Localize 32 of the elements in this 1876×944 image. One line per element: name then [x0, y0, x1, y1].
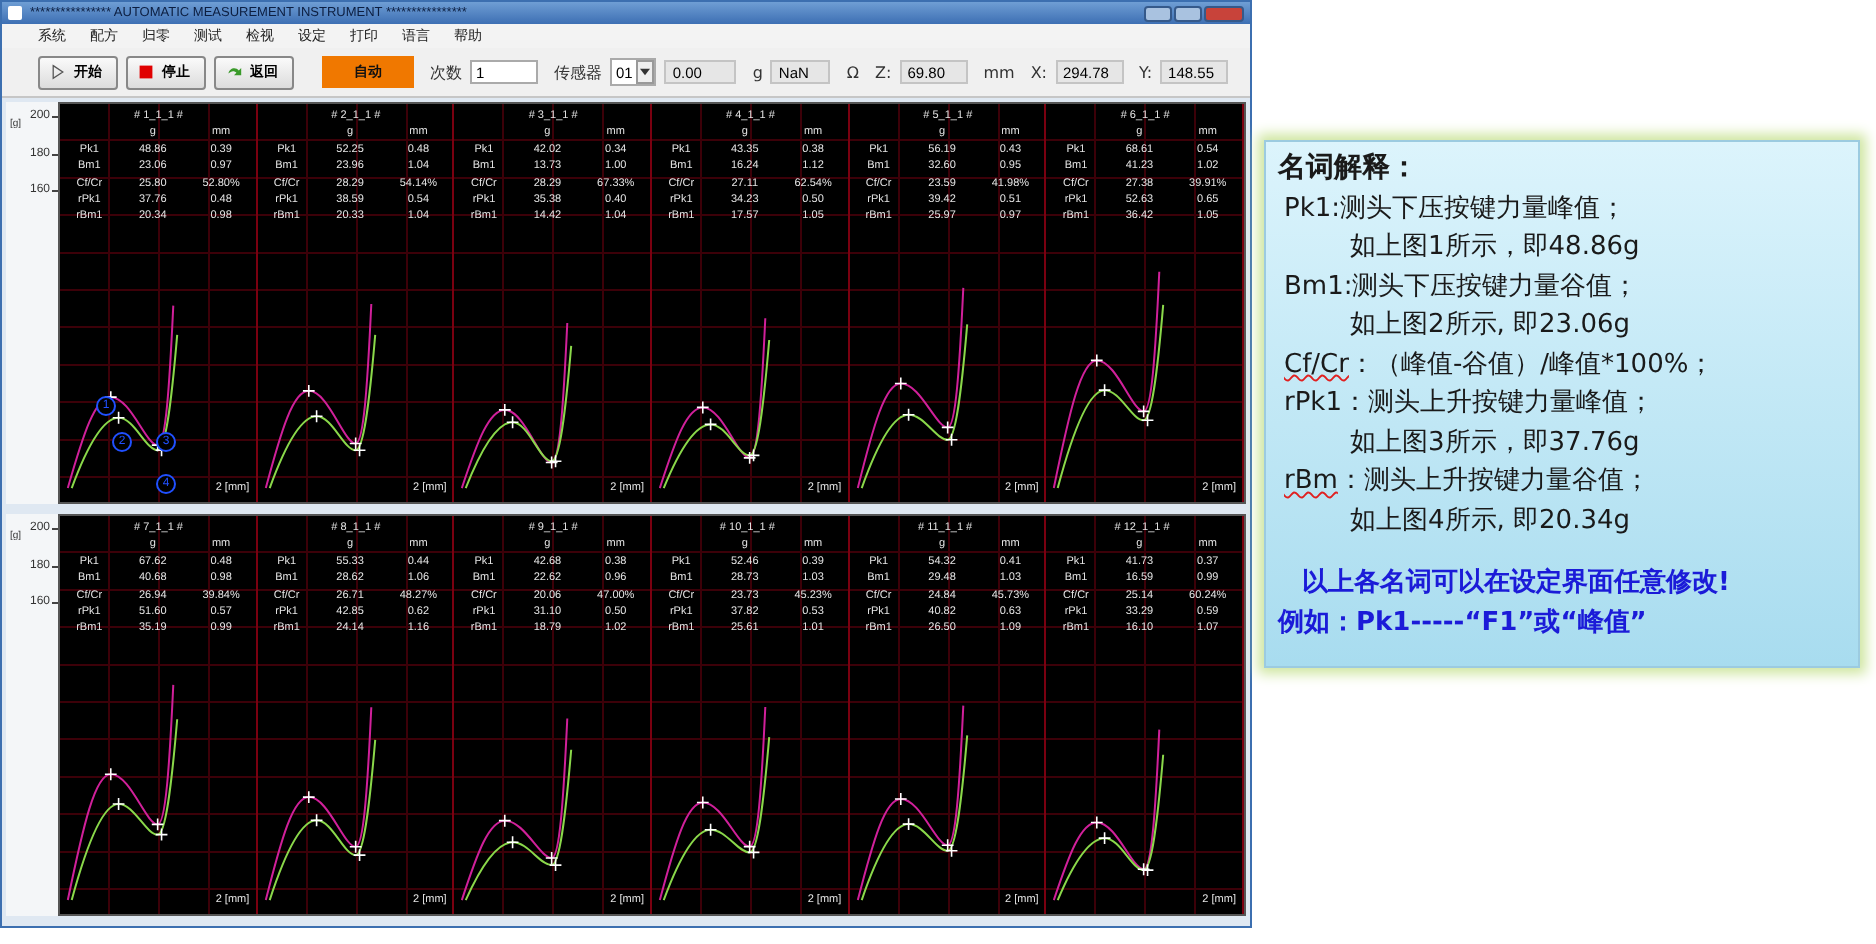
resistance-unit: Ω	[846, 63, 860, 81]
force-unit: g	[752, 63, 763, 81]
axis-label: X:	[1030, 63, 1048, 81]
glossary-definition: 测头下压按键力量谷值；	[1352, 271, 1639, 301]
app-logo-icon	[8, 6, 22, 20]
glossary-definition: ：（峰值-谷值）/峰值*100%；	[1348, 349, 1715, 379]
glossary-example: 如上图2所示, 即23.06g	[1348, 308, 1633, 344]
maximize-icon[interactable]	[1174, 5, 1202, 21]
glossary-note: 例如：Pk1-----“F1”或“峰值”	[1278, 605, 1649, 641]
close-icon[interactable]	[1204, 5, 1244, 21]
glossary-term: rPk1	[1284, 388, 1342, 418]
axis-label: Z:	[875, 63, 892, 81]
axis-label: Y:	[1139, 63, 1153, 81]
glossary-definition: ：测头上升按键力量谷值；	[1337, 466, 1650, 496]
position-unit: mm	[983, 63, 1015, 81]
sensor-label: 传感器	[554, 61, 602, 83]
glossary-example: 如上图3所示，即37.76g	[1348, 425, 1642, 461]
glossary-definition: 测头下压按键力量峰值；	[1340, 193, 1627, 223]
stop-icon	[138, 64, 154, 80]
glossary-note: 以上各名词可以在设定界面任意修改!	[1300, 565, 1732, 602]
glossary-term: Bm1:	[1284, 271, 1353, 301]
glossary-example: 如上图4所示, 即20.34g	[1348, 503, 1633, 539]
play-icon	[50, 64, 66, 80]
glossary-example: 如上图1所示，即48.86g	[1348, 230, 1642, 266]
glossary-term: rBm	[1284, 466, 1338, 496]
minimize-icon[interactable]	[1144, 5, 1172, 21]
curved-arrow-icon	[226, 64, 242, 80]
count-label: 次数	[430, 61, 462, 83]
glossary-definition: ：测头上升按键力量峰值；	[1341, 388, 1654, 418]
glossary-term: Cf/Cr	[1284, 349, 1349, 379]
glossary-term: Pk1:	[1284, 193, 1341, 223]
glossary-title: 名词解释：	[1278, 150, 1420, 188]
